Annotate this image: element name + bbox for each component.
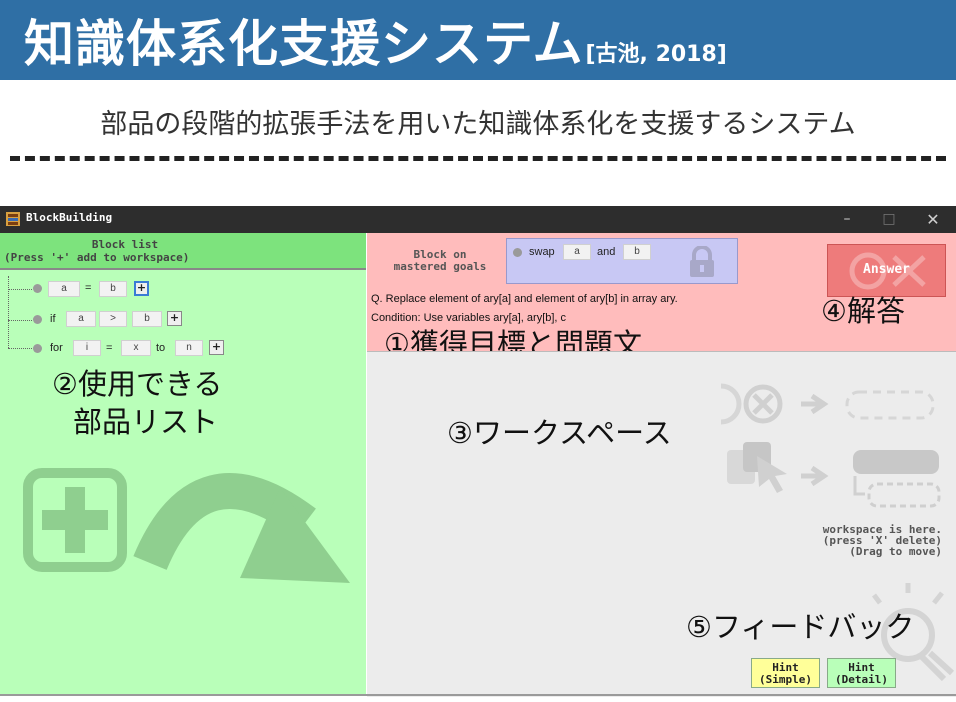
annotation-workspace: ③ワークスペース [447, 416, 672, 450]
hint-detail-button[interactable]: Hint (Detail) [827, 658, 896, 688]
window-bottom-border [0, 694, 956, 696]
block-slot: n [175, 340, 203, 356]
block-list-panel: Block list (Press '+' add to workspace) … [0, 233, 366, 696]
block-operator: = [106, 342, 113, 354]
mastered-goals-label: Block on mastered goals [393, 248, 487, 273]
annotation-block-list: ②使用できる [52, 367, 223, 401]
workspace[interactable]: ③ワークスペース workspace is here. (press 'X' d… [367, 351, 956, 697]
minimize-button[interactable]: – [824, 206, 870, 233]
annotation-block-list-line2: 部品リスト [73, 405, 219, 439]
annotation-answer: ④解答 [821, 294, 905, 328]
block-handle[interactable] [33, 284, 42, 293]
block-handle[interactable] [33, 315, 42, 324]
curved-arrow-icon [133, 473, 350, 583]
add-block-button[interactable]: + [209, 340, 224, 355]
dashed-divider [10, 156, 946, 161]
block-slot: a [66, 311, 96, 327]
close-button[interactable]: ✕ [910, 206, 956, 233]
block-keyword: for [50, 342, 63, 354]
block-slot: b [99, 281, 127, 297]
goal-panel: Block on mastered goals swap a and b Q. … [367, 233, 956, 361]
block-slot: a [48, 281, 80, 297]
add-block-button[interactable]: + [167, 311, 182, 326]
block-operator: = [85, 282, 92, 294]
workspace-hint: workspace is here. (press 'X' delete) (D… [822, 523, 942, 558]
tree-line [8, 289, 32, 290]
block-list-hint: (Press '+' add to workspace) [4, 251, 190, 264]
workspace-illustration [720, 383, 941, 508]
block-keyword: to [156, 342, 166, 354]
maximize-button[interactable]: □ [866, 206, 912, 233]
app-icon [6, 212, 20, 226]
title-bar[interactable]: BlockBuilding – □ ✕ [0, 206, 956, 233]
window-title: BlockBuilding [26, 211, 113, 224]
tree-line [8, 320, 32, 321]
block-slot: b [132, 311, 162, 327]
mastered-goals-box: swap a and b [506, 238, 738, 284]
lock-icon [690, 246, 714, 277]
slide-title: 知識体系化支援システム[古池, 2018] [24, 15, 727, 73]
app-window: BlockBuilding – □ ✕ Block list (Press '+… [0, 206, 956, 697]
annotation-feedback: ⑤フィードバック [686, 610, 915, 644]
block-operator: > [99, 311, 127, 327]
block-slot: x [121, 340, 151, 356]
block-keyword: and [597, 246, 616, 258]
block-slot: a [563, 244, 591, 260]
block-slot: i [73, 340, 101, 356]
slide-subtitle: 部品の段階的拡張手法を用いた知識体系化を支援するシステム [100, 109, 856, 140]
question-text: Q. Replace element of ary[a] and element… [371, 293, 678, 305]
block-keyword: swap [529, 246, 555, 258]
tree-line [8, 348, 32, 349]
hint-simple-button[interactable]: Hint (Simple) [751, 658, 820, 688]
answer-label: Answer [863, 262, 910, 277]
block-list-title: Block list [91, 238, 159, 251]
divider [0, 268, 366, 270]
block-slot: b [623, 244, 651, 260]
block-handle[interactable] [33, 344, 42, 353]
block-keyword: if [50, 313, 56, 325]
tree-line [8, 276, 9, 348]
slide-citation: [古池, 2018] [585, 42, 727, 67]
add-block-button[interactable]: + [134, 281, 149, 296]
block-handle[interactable] [513, 248, 522, 257]
